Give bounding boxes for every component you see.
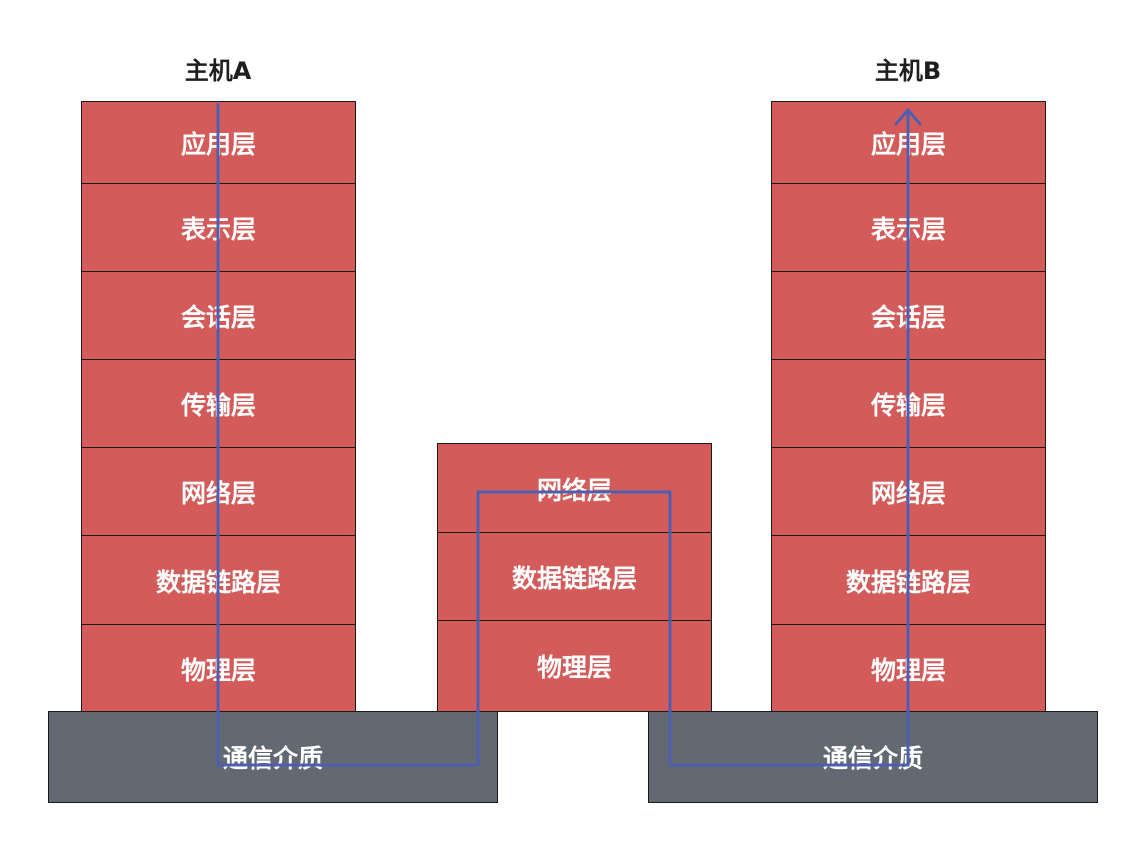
host-b-physical-layer: 物理层	[771, 624, 1046, 714]
router-datalink-layer: 数据链路层	[437, 532, 712, 622]
host-a-datalink-layer: 数据链路层	[81, 535, 356, 626]
medium-left: 通信介质	[48, 711, 498, 803]
host-a-network-layer: 网络层	[81, 447, 356, 537]
host-a-application-layer: 应用层	[81, 101, 356, 185]
host-a-transport-layer: 传输层	[81, 359, 356, 449]
host-a-presentation-layer: 表示层	[81, 183, 356, 273]
host-a-physical-layer: 物理层	[81, 624, 356, 714]
router-network-layer: 网络层	[437, 443, 712, 534]
host-b-session-layer: 会话层	[771, 271, 1046, 361]
medium-right: 通信介质	[648, 711, 1098, 803]
router-physical-layer: 物理层	[437, 620, 712, 712]
host-a-session-layer: 会话层	[81, 271, 356, 361]
host-a-title: 主机A	[184, 57, 252, 85]
host-b-datalink-layer: 数据链路层	[771, 535, 1046, 626]
host-b-application-layer: 应用层	[771, 101, 1046, 185]
host-b-presentation-layer: 表示层	[771, 183, 1046, 273]
host-b-title: 主机B	[874, 57, 942, 85]
host-b-transport-layer: 传输层	[771, 359, 1046, 449]
host-b-network-layer: 网络层	[771, 447, 1046, 537]
